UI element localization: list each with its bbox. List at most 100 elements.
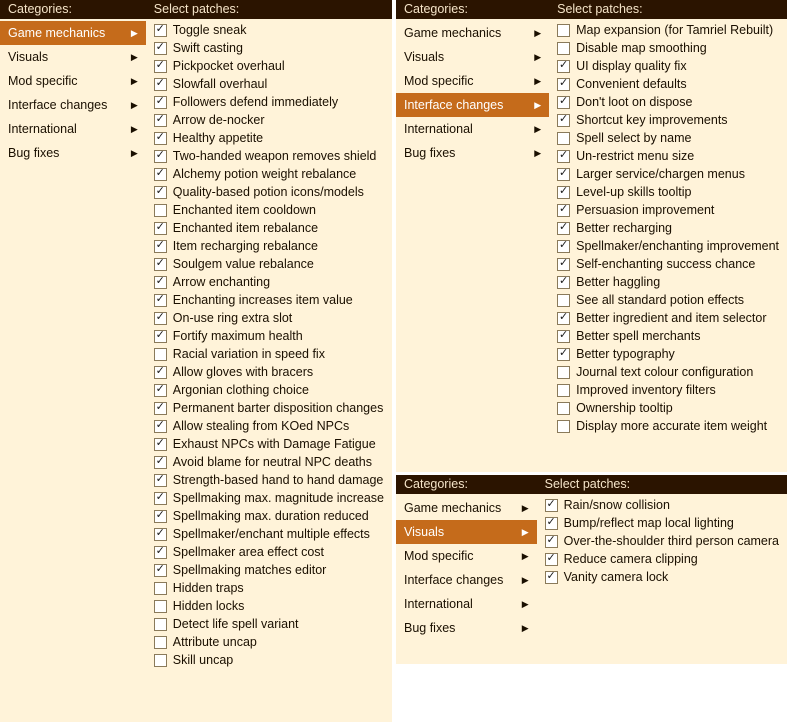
- patch-item-self-enchanting-success-chance[interactable]: Self-enchanting success chance: [549, 255, 787, 273]
- checkbox[interactable]: [154, 456, 167, 469]
- checkbox[interactable]: [557, 186, 570, 199]
- patch-item-spell-select-by-name[interactable]: Spell select by name: [549, 129, 787, 147]
- checkbox[interactable]: [154, 78, 167, 91]
- checkbox[interactable]: [154, 42, 167, 55]
- checkbox[interactable]: [154, 330, 167, 343]
- category-item-ic[interactable]: Interface changes▶: [396, 568, 537, 592]
- patch-item-reduce-camera-clipping[interactable]: Reduce camera clipping: [537, 550, 787, 568]
- category-item-gm[interactable]: Game mechanics▶: [396, 496, 537, 520]
- patch-item-spellmaker-enchanting-improvement[interactable]: Spellmaker/enchanting improvement: [549, 237, 787, 255]
- patch-item-disable-map-smoothing[interactable]: Disable map smoothing: [549, 39, 787, 57]
- checkbox[interactable]: [557, 96, 570, 109]
- checkbox[interactable]: [557, 24, 570, 37]
- checkbox[interactable]: [557, 78, 570, 91]
- category-item-in[interactable]: International▶: [396, 592, 537, 616]
- checkbox[interactable]: [154, 204, 167, 217]
- checkbox[interactable]: [154, 474, 167, 487]
- checkbox[interactable]: [154, 582, 167, 595]
- patch-item-allow-gloves-with-bracers[interactable]: Allow gloves with bracers: [146, 363, 392, 381]
- patch-item-argonian-clothing-choice[interactable]: Argonian clothing choice: [146, 381, 392, 399]
- category-item-ic[interactable]: Interface changes▶: [0, 93, 146, 117]
- patch-item-don-t-loot-on-dispose[interactable]: Don't loot on dispose: [549, 93, 787, 111]
- checkbox[interactable]: [154, 96, 167, 109]
- checkbox[interactable]: [557, 312, 570, 325]
- patch-item-ownership-tooltip[interactable]: Ownership tooltip: [549, 399, 787, 417]
- checkbox[interactable]: [154, 510, 167, 523]
- category-item-ms[interactable]: Mod specific▶: [396, 69, 549, 93]
- patch-item-slowfall-overhaul[interactable]: Slowfall overhaul: [146, 75, 392, 93]
- checkbox[interactable]: [154, 546, 167, 559]
- category-item-ms[interactable]: Mod specific▶: [0, 69, 146, 93]
- checkbox[interactable]: [154, 114, 167, 127]
- patch-item-persuasion-improvement[interactable]: Persuasion improvement: [549, 201, 787, 219]
- checkbox[interactable]: [154, 132, 167, 145]
- patch-item-swift-casting[interactable]: Swift casting: [146, 39, 392, 57]
- checkbox[interactable]: [557, 150, 570, 163]
- checkbox[interactable]: [154, 348, 167, 361]
- checkbox[interactable]: [557, 258, 570, 271]
- category-item-bf[interactable]: Bug fixes▶: [0, 141, 146, 165]
- patch-item-better-spell-merchants[interactable]: Better spell merchants: [549, 327, 787, 345]
- checkbox[interactable]: [557, 348, 570, 361]
- checkbox[interactable]: [557, 276, 570, 289]
- patch-item-quality-based-potion-icons-models[interactable]: Quality-based potion icons/models: [146, 183, 392, 201]
- category-item-vi[interactable]: Visuals▶: [0, 45, 146, 69]
- patch-item-two-handed-weapon-removes-shield[interactable]: Two-handed weapon removes shield: [146, 147, 392, 165]
- category-item-in[interactable]: International▶: [396, 117, 549, 141]
- patch-item-spellmaker-area-effect-cost[interactable]: Spellmaker area effect cost: [146, 543, 392, 561]
- patch-item-spellmaking-max-duration-reduced[interactable]: Spellmaking max. duration reduced: [146, 507, 392, 525]
- checkbox[interactable]: [154, 492, 167, 505]
- patch-item-exhaust-npcs-with-damage-fatigue[interactable]: Exhaust NPCs with Damage Fatigue: [146, 435, 392, 453]
- patch-item-enchanted-item-cooldown[interactable]: Enchanted item cooldown: [146, 201, 392, 219]
- patch-item-arrow-de-nocker[interactable]: Arrow de-nocker: [146, 111, 392, 129]
- checkbox[interactable]: [154, 240, 167, 253]
- checkbox[interactable]: [154, 564, 167, 577]
- checkbox[interactable]: [154, 312, 167, 325]
- patch-item-over-the-shoulder-third-person-camera[interactable]: Over-the-shoulder third person camera: [537, 532, 787, 550]
- category-item-bf[interactable]: Bug fixes▶: [396, 616, 537, 640]
- checkbox[interactable]: [154, 528, 167, 541]
- checkbox[interactable]: [154, 636, 167, 649]
- patch-item-hidden-locks[interactable]: Hidden locks: [146, 597, 392, 615]
- patch-item-better-typography[interactable]: Better typography: [549, 345, 787, 363]
- patch-item-bump-reflect-map-local-lighting[interactable]: Bump/reflect map local lighting: [537, 514, 787, 532]
- checkbox[interactable]: [154, 222, 167, 235]
- checkbox[interactable]: [557, 330, 570, 343]
- patch-item-enchanted-item-rebalance[interactable]: Enchanted item rebalance: [146, 219, 392, 237]
- checkbox[interactable]: [545, 499, 558, 512]
- checkbox[interactable]: [154, 276, 167, 289]
- checkbox[interactable]: [557, 60, 570, 73]
- patch-item-un-restrict-menu-size[interactable]: Un-restrict menu size: [549, 147, 787, 165]
- checkbox[interactable]: [154, 150, 167, 163]
- patch-item-item-recharging-rebalance[interactable]: Item recharging rebalance: [146, 237, 392, 255]
- checkbox[interactable]: [154, 258, 167, 271]
- patch-item-spellmaking-max-magnitude-increase[interactable]: Spellmaking max. magnitude increase: [146, 489, 392, 507]
- checkbox[interactable]: [557, 420, 570, 433]
- patch-item-larger-service-chargen-menus[interactable]: Larger service/chargen menus: [549, 165, 787, 183]
- checkbox[interactable]: [154, 366, 167, 379]
- checkbox[interactable]: [545, 535, 558, 548]
- checkbox[interactable]: [557, 366, 570, 379]
- checkbox[interactable]: [557, 204, 570, 217]
- checkbox[interactable]: [557, 402, 570, 415]
- patch-item-allow-stealing-from-koed-npcs[interactable]: Allow stealing from KOed NPCs: [146, 417, 392, 435]
- checkbox[interactable]: [557, 114, 570, 127]
- patch-item-strength-based-hand-to-hand-damage[interactable]: Strength-based hand to hand damage: [146, 471, 392, 489]
- checkbox[interactable]: [545, 553, 558, 566]
- checkbox[interactable]: [557, 384, 570, 397]
- checkbox[interactable]: [154, 600, 167, 613]
- category-item-vi[interactable]: Visuals▶: [396, 45, 549, 69]
- checkbox[interactable]: [154, 618, 167, 631]
- checkbox[interactable]: [557, 240, 570, 253]
- patch-item-rain-snow-collision[interactable]: Rain/snow collision: [537, 496, 787, 514]
- checkbox[interactable]: [154, 168, 167, 181]
- checkbox[interactable]: [557, 222, 570, 235]
- checkbox[interactable]: [154, 186, 167, 199]
- patch-item-racial-variation-in-speed-fix[interactable]: Racial variation in speed fix: [146, 345, 392, 363]
- patch-item-toggle-sneak[interactable]: Toggle sneak: [146, 21, 392, 39]
- patch-item-map-expansion-for-tamriel-rebuilt[interactable]: Map expansion (for Tamriel Rebuilt): [549, 21, 787, 39]
- patch-item-alchemy-potion-weight-rebalance[interactable]: Alchemy potion weight rebalance: [146, 165, 392, 183]
- category-item-ic[interactable]: Interface changes▶: [396, 93, 549, 117]
- checkbox[interactable]: [557, 294, 570, 307]
- checkbox[interactable]: [154, 60, 167, 73]
